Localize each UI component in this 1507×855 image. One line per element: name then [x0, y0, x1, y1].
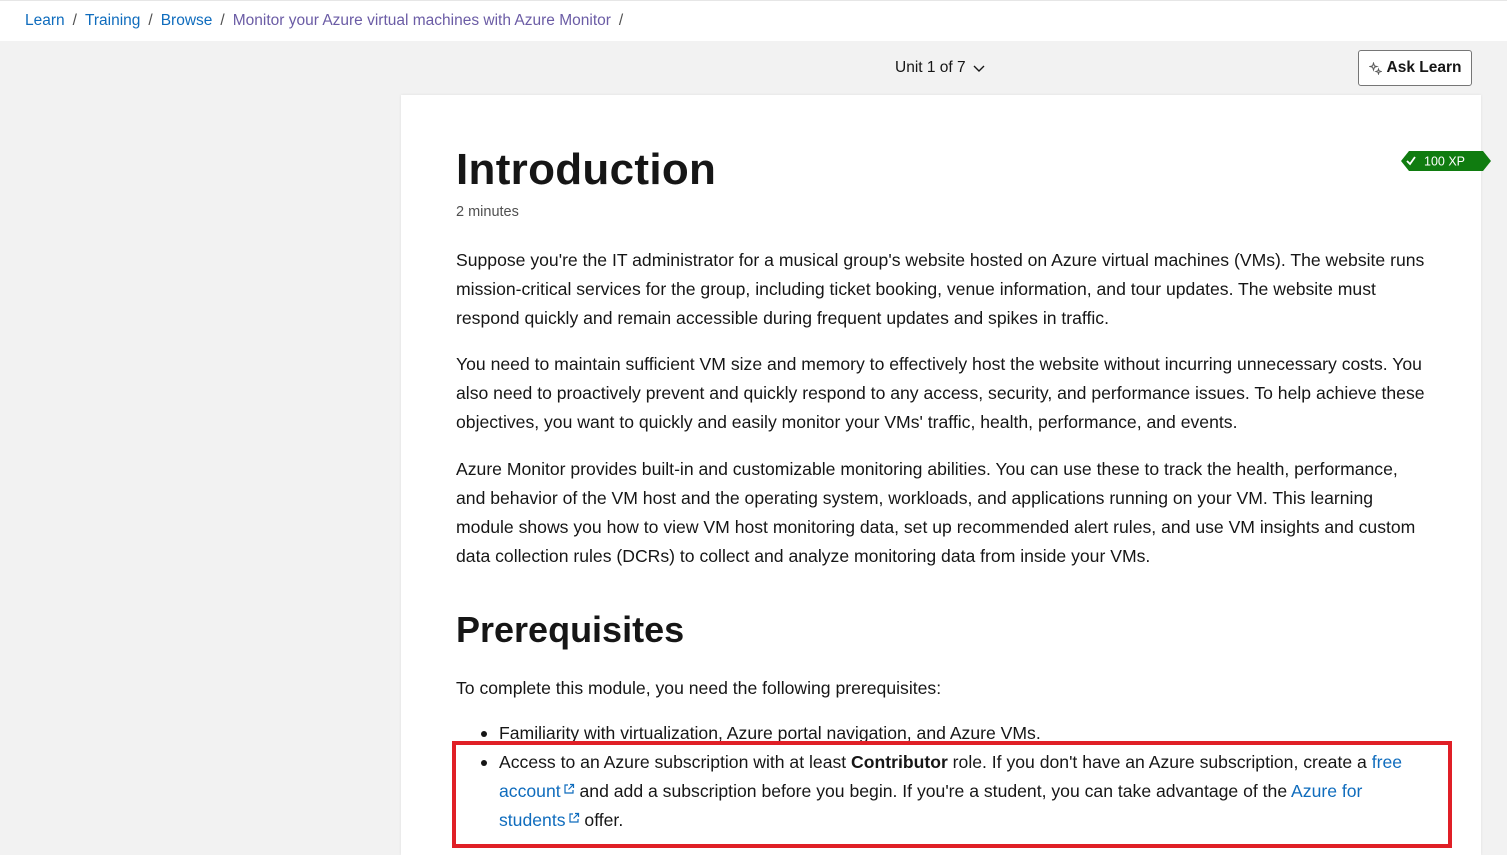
page-title: Introduction — [456, 145, 717, 194]
prereq-text: and add a subscription before you begin.… — [574, 781, 1292, 801]
external-link-icon — [564, 783, 574, 794]
list-item: Familiarity with virtualization, Azure p… — [481, 719, 1431, 748]
breadcrumb-bar: Learn / Training / Browse / Monitor your Azure… — [0, 0, 1507, 41]
breadcrumb-separator: / — [618, 12, 624, 29]
unit-selector[interactable]: Unit 1 of 7 — [895, 59, 986, 77]
unit-duration: 2 minutes — [456, 204, 519, 220]
ask-learn-button[interactable]: Ask Learn — [1358, 50, 1472, 86]
breadcrumb-learn[interactable]: Learn — [25, 12, 65, 29]
external-link-icon — [568, 812, 579, 823]
breadcrumb-browse[interactable]: Browse — [161, 12, 213, 29]
intro-paragraph-2: You need to maintain sufficient VM size … — [456, 354, 1425, 432]
prereq-text: Access to an Azure subscription with at … — [499, 752, 852, 772]
prereq-text: offer. — [579, 810, 624, 830]
xp-badge-label: 100 XP — [1424, 155, 1465, 169]
prereq-familiarity: Familiarity with virtualization, Azure p… — [499, 723, 1041, 743]
ask-learn-label: Ask Learn — [1386, 59, 1462, 76]
xp-badge-shape: 100 XP — [1401, 151, 1491, 171]
breadcrumb-separator: / — [72, 12, 77, 29]
prerequisites-heading: Prerequisites — [456, 609, 685, 650]
breadcrumb-training[interactable]: Training — [85, 12, 140, 29]
list-item: Access to an Azure subscription with at … — [481, 748, 1431, 835]
contributor-role: Contributor — [851, 752, 948, 772]
sparkle-icon — [1368, 61, 1382, 75]
intro-paragraph-1: Suppose you're the IT administrator for … — [456, 250, 1425, 328]
chevron-down-icon — [973, 65, 985, 72]
unit-content-card: Introduction 2 minutes 100 XP Suppose yo… — [401, 95, 1491, 855]
prerequisites-list: Familiarity with virtualization, Azure p… — [456, 719, 1431, 835]
breadcrumb-module[interactable]: Monitor your Azure virtual machines with… — [233, 12, 611, 29]
breadcrumb-separator: / — [220, 12, 225, 29]
intro-paragraph-3: Azure Monitor provides built-in and cust… — [456, 459, 1416, 566]
breadcrumb-separator: / — [148, 12, 153, 29]
prereq-text: role. If you don't have an Azure subscri… — [947, 752, 1372, 772]
breadcrumb: Learn / Training / Browse / Monitor your Azure… — [25, 12, 631, 30]
prerequisites-intro: To complete this module, you need the fo… — [456, 678, 942, 698]
unit-selector-label: Unit 1 of 7 — [895, 59, 966, 76]
xp-badge: 100 XP — [1401, 151, 1491, 171]
